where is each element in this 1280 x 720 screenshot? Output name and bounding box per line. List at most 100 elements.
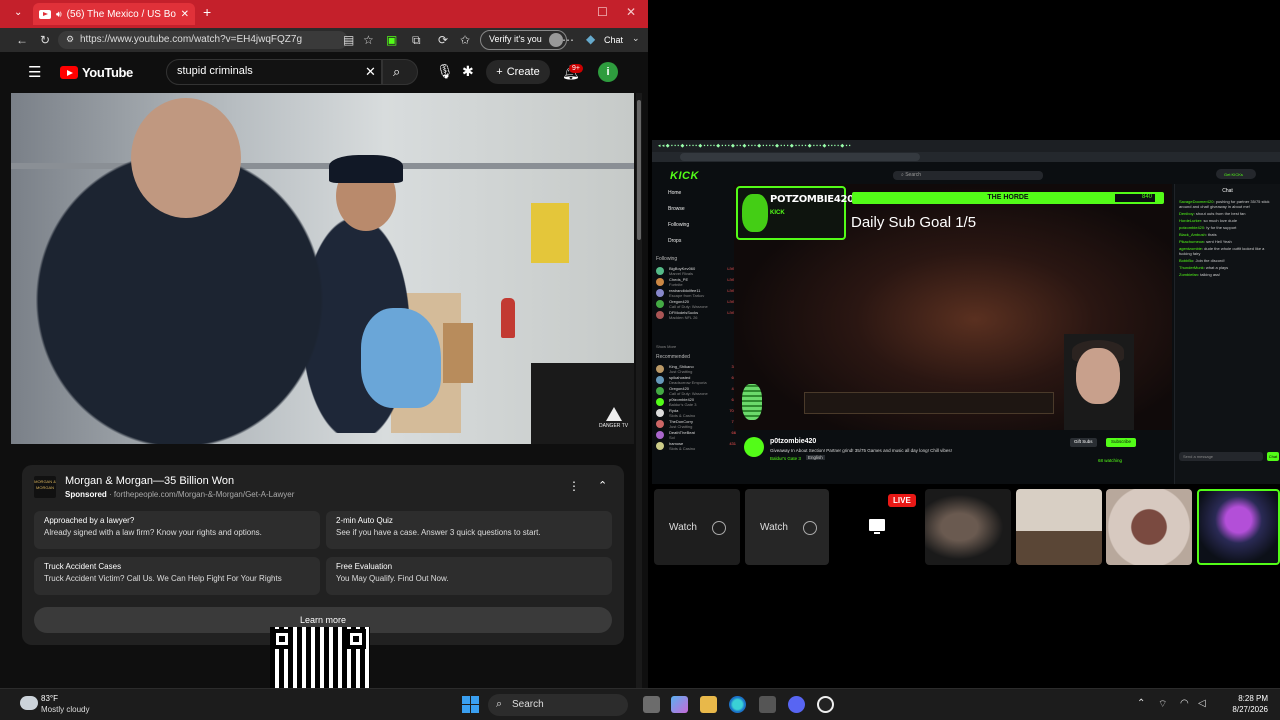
channel-avatar xyxy=(656,387,664,395)
video-player[interactable]: DANGER TV xyxy=(11,93,634,444)
search-button[interactable]: ⌕ xyxy=(382,59,418,85)
kick-search-input[interactable]: ⌕ Search xyxy=(893,171,1043,180)
channel-row[interactable]: hamose Slots & Casino 431 xyxy=(656,441,736,452)
channel-row[interactable]: BigBoyKev060 Marvel Rivals LIVE xyxy=(656,266,736,277)
speaker-icon[interactable]: ◁ xyxy=(1198,698,1206,709)
collapse-chevron-icon[interactable]: ⌃ xyxy=(598,479,607,492)
extension-green-icon[interactable]: ▣ xyxy=(386,34,397,46)
channel-row[interactable]: Cheds_PE Fortnite LIVE xyxy=(656,277,736,288)
channel-row[interactable]: Ryda Slots & Casino 703 xyxy=(656,408,736,419)
network-icon[interactable]: ⌔ xyxy=(1158,698,1167,711)
refresh-ext-icon[interactable]: ⟳ xyxy=(438,34,448,46)
streamer-name[interactable]: p0tzombie420 xyxy=(770,438,816,445)
taskbar-search[interactable]: ⌕ Search xyxy=(488,694,628,716)
subscribe-button[interactable]: Subscribe xyxy=(1106,438,1137,447)
selected-video-thumbnail[interactable] xyxy=(1197,489,1280,565)
edge-browser-icon[interactable] xyxy=(729,696,746,713)
clear-search-icon[interactable]: ✕ xyxy=(365,64,376,80)
thumbnail-slot[interactable]: Watch xyxy=(654,489,740,565)
nav-browse[interactable]: Browse xyxy=(668,206,685,212)
hamburger-menu-icon[interactable]: ☰ xyxy=(28,63,41,81)
nav-drops[interactable]: Drops xyxy=(668,238,681,244)
site-info-icon[interactable]: ⚙︎ xyxy=(66,34,74,45)
file-explorer-icon[interactable] xyxy=(700,696,717,713)
chat-username[interactable]: BobbBo xyxy=(1179,258,1193,263)
nav-home[interactable]: Home xyxy=(668,190,681,196)
page-scrollbar-thumb[interactable] xyxy=(637,100,641,240)
stream-video[interactable]: POTZOMBIE420 KICK THE HORDE 840 Daily Su… xyxy=(734,184,1172,430)
ad-domain[interactable]: forthepeople.com/Morgan-&-Morgan/Get-A-L… xyxy=(114,490,295,499)
channel-row[interactable]: Oregon420Call of Duty: Warzone41 xyxy=(656,386,736,397)
chat-username[interactable]: Zombiefan xyxy=(1179,272,1198,277)
video-thumbnail[interactable] xyxy=(925,489,1011,565)
back-icon[interactable]: ← xyxy=(16,34,28,46)
obs-icon[interactable] xyxy=(817,696,834,713)
verify-button[interactable]: Verify it's you xyxy=(480,30,567,50)
channel-row[interactable]: DFModelsSucks Madden NFL 26 LIVE xyxy=(656,310,736,321)
maximize-icon[interactable]: ☐ xyxy=(597,5,608,19)
channel-row[interactable]: King_ShikanoJust Chatting31 xyxy=(656,364,736,375)
chat-username[interactable]: ThunderMunk xyxy=(1179,265,1204,270)
video-thumbnail[interactable] xyxy=(1106,489,1192,565)
get-kicks-button[interactable]: Get KICKs xyxy=(1216,169,1256,179)
youtube-logo[interactable]: YouTube xyxy=(60,65,133,80)
system-clock[interactable]: 8:28 PM 8/27/2026 xyxy=(1208,693,1268,715)
microphone-icon[interactable]: 🎙︎ xyxy=(436,63,454,80)
reader-view-icon[interactable]: ▤ xyxy=(343,34,354,46)
nav-following[interactable]: Following xyxy=(668,222,689,228)
chat-send-button[interactable]: Chat xyxy=(1267,452,1279,461)
ad-title[interactable]: Morgan & Morgan—35 Billion Won xyxy=(65,475,234,487)
kick-logo[interactable]: KICK xyxy=(670,170,699,182)
channel-row[interactable]: Oregon420 Call of Duty: Warzone LIVE xyxy=(656,299,736,310)
account-avatar[interactable]: i xyxy=(598,62,618,82)
language-tag[interactable]: English xyxy=(806,455,825,460)
favorites-icon[interactable]: ✩ xyxy=(460,34,470,46)
tab-list-chevron-icon[interactable]: ⌄ xyxy=(14,7,22,18)
chat-username[interactable]: potzombie420 xyxy=(1179,225,1204,230)
channel-row[interactable]: TheDonCorryJust Chatting79 xyxy=(656,419,736,430)
show-more-link[interactable]: Show More xyxy=(656,344,676,349)
thumbnail-slot[interactable]: Watch xyxy=(745,489,829,565)
chat-username[interactable]: HordeLurker xyxy=(1179,218,1201,223)
favorite-star-icon[interactable]: ☆ xyxy=(363,34,374,46)
browser-tab[interactable]: 🔊︎ (56) The Mexico / US Border ✕ xyxy=(33,3,195,25)
reload-icon[interactable]: ↻ xyxy=(40,34,50,46)
url-field[interactable]: ⚙︎ https://www.youtube.com/watch?v=EH4jw… xyxy=(58,31,348,49)
channel-row[interactable]: p0tzombie420Baldur's Gate 368 xyxy=(656,397,736,408)
create-button[interactable]: + Create xyxy=(486,60,550,84)
channel-row[interactable]: realrandidolifee11 Escape from Tarkov LIVE xyxy=(656,288,736,299)
extension-puzzle-icon[interactable]: ✱ xyxy=(462,63,474,80)
ad-sitelink-tile[interactable]: Truck Accident Cases Truck Accident Vict… xyxy=(34,557,320,595)
chat-username[interactable]: Black_Ambush xyxy=(1179,232,1206,237)
show-hidden-icons-icon[interactable]: ⌃ xyxy=(1137,698,1145,709)
gift-subs-button[interactable]: Gift Subs xyxy=(1070,438,1097,447)
ad-sitelink-tile[interactable]: 2-min Auto Quiz See if you have a case. … xyxy=(326,511,612,549)
windows-start-icon[interactable] xyxy=(462,696,479,713)
chat-chevron-icon[interactable]: ⌄ xyxy=(632,34,640,43)
video-thumbnail[interactable] xyxy=(1016,489,1102,565)
chat-label[interactable]: Chat xyxy=(604,35,623,45)
close-window-icon[interactable]: ✕ xyxy=(626,5,636,19)
tab-close-icon[interactable]: ✕ xyxy=(181,9,189,20)
speaker-icon[interactable]: 🔊︎ xyxy=(56,9,62,20)
copilot-app-icon[interactable] xyxy=(671,696,688,713)
chat-input[interactable]: Send a message xyxy=(1179,452,1263,461)
task-view-icon[interactable] xyxy=(643,696,660,713)
discord-icon[interactable] xyxy=(788,696,805,713)
copilot-icon[interactable]: ◆ xyxy=(586,33,595,45)
wifi-icon[interactable]: ◠ xyxy=(1180,698,1189,709)
channel-row[interactable]: DeathTheBeat Sol 66 xyxy=(656,430,736,441)
channel-row[interactable]: spikahostedDeadsorrow Emporia60 xyxy=(656,375,736,386)
extensions-icon[interactable]: ⧉ xyxy=(412,34,421,46)
search-input[interactable]: stupid criminals ✕ xyxy=(166,59,382,85)
store-icon[interactable] xyxy=(759,696,776,713)
chat-username[interactable]: Deniboy xyxy=(1179,211,1194,216)
ad-more-options-icon[interactable]: ⋮ xyxy=(568,479,580,493)
stream-category[interactable]: Baldur's Gate 3 xyxy=(770,456,801,461)
streamer-avatar[interactable] xyxy=(744,437,764,457)
new-tab-icon[interactable]: + xyxy=(203,4,211,20)
mini-url-field[interactable] xyxy=(680,153,920,161)
ad-sitelink-tile[interactable]: Free Evaluation You May Qualify. Find Ou… xyxy=(326,557,612,595)
chat-username[interactable]: Pikachumeow xyxy=(1179,239,1204,244)
ad-sitelink-tile[interactable]: Approached by a lawyer? Already signed w… xyxy=(34,511,320,549)
